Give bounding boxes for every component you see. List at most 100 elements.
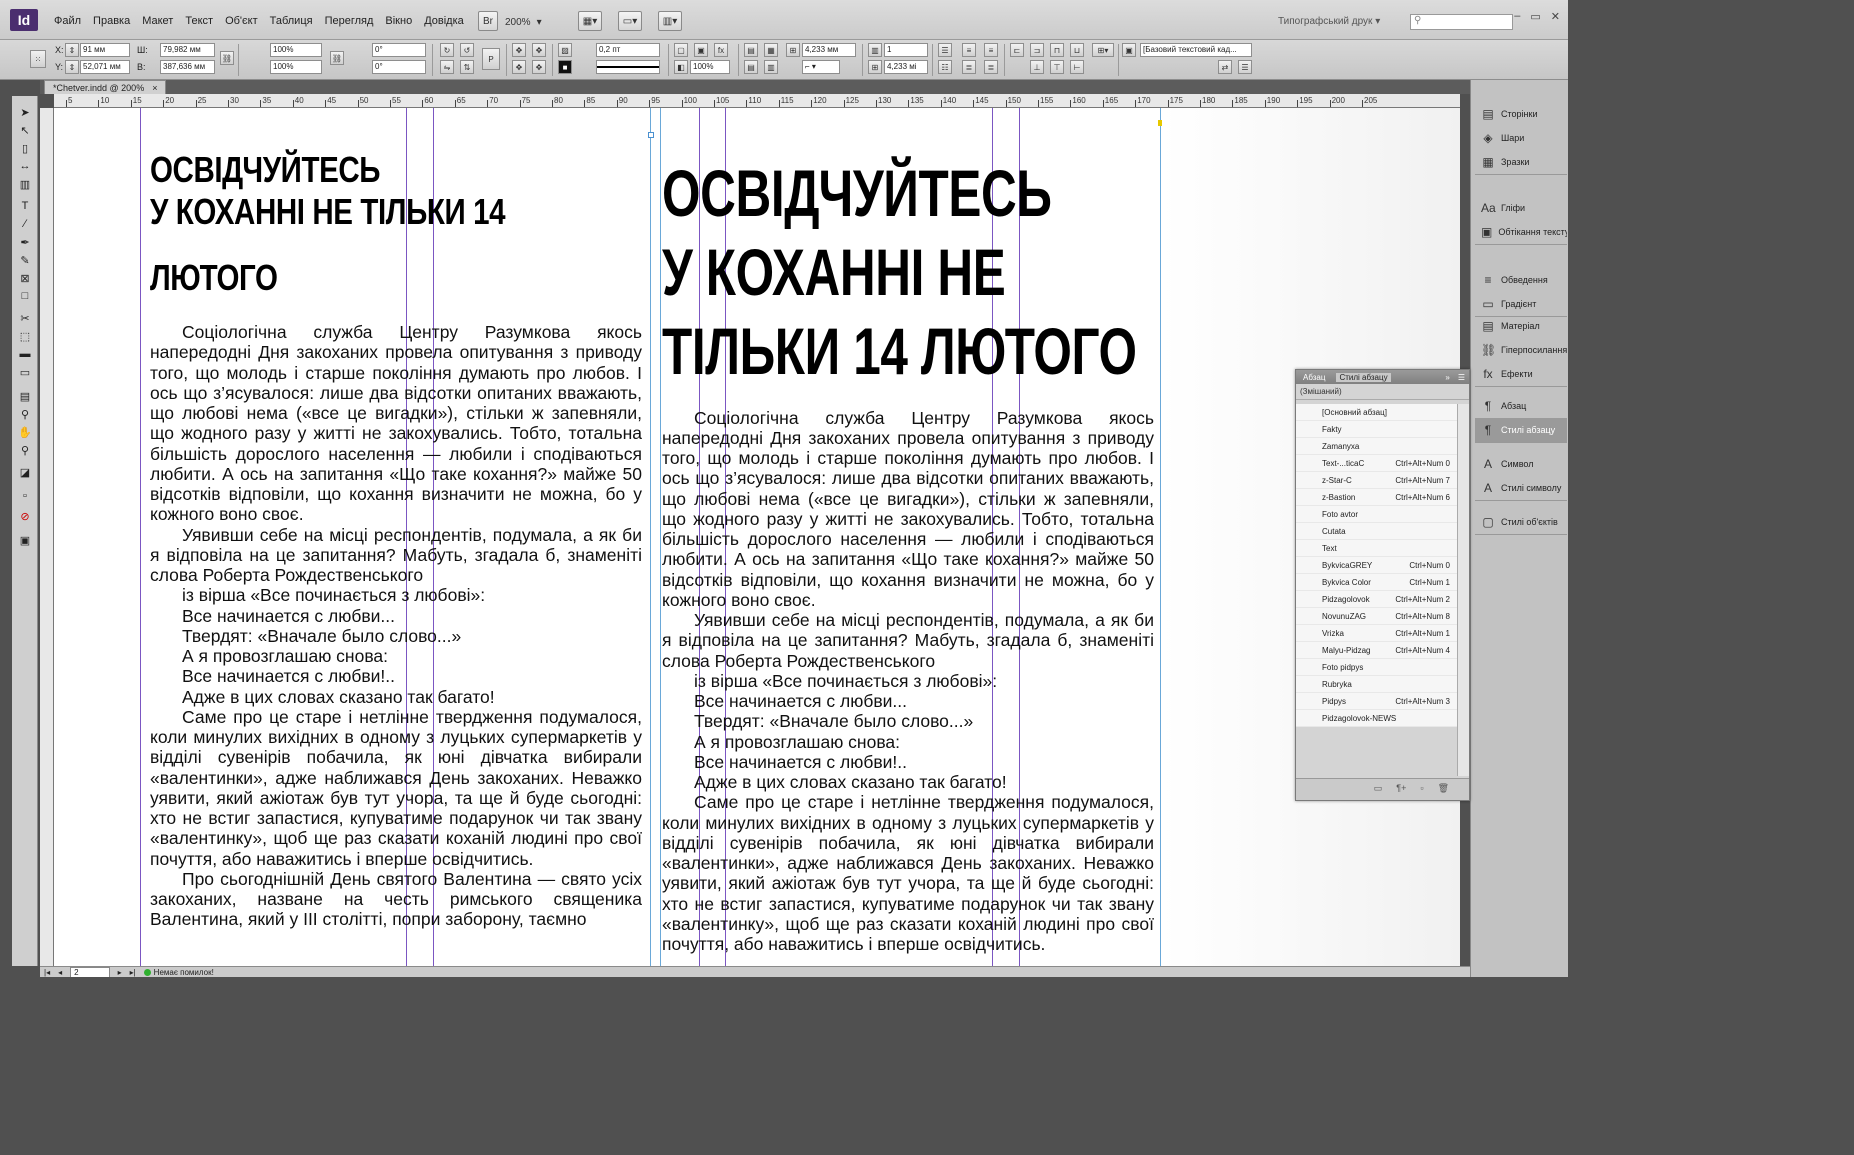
- x-field[interactable]: 91 мм: [80, 43, 130, 57]
- view-options-icon[interactable]: ▦▾: [578, 11, 602, 31]
- clear-overrides-icon[interactable]: ¶+: [1396, 783, 1406, 796]
- justify-all-icon[interactable]: ≣: [984, 60, 998, 74]
- menu-item[interactable]: Правка: [87, 13, 136, 29]
- style-row[interactable]: Foto avtor: [1296, 506, 1458, 523]
- menu-item[interactable]: Вікно: [379, 13, 418, 29]
- effects-icon[interactable]: ▣: [694, 43, 708, 57]
- prev-page-icon[interactable]: ◂: [58, 968, 62, 977]
- workspace-switcher[interactable]: Типографський друк ▾: [1278, 16, 1380, 27]
- style-row[interactable]: Zamanyxa: [1296, 438, 1458, 455]
- dock-item[interactable]: ¶ Абзац: [1475, 394, 1567, 418]
- select-container-icon[interactable]: ✥: [512, 43, 526, 57]
- scale-lock-icon[interactable]: ⛓: [330, 51, 344, 65]
- gap-tool-icon[interactable]: ↔: [17, 158, 33, 174]
- opacity-field[interactable]: 100%: [690, 60, 730, 74]
- close-icon[interactable]: ✕: [1551, 10, 1560, 23]
- style-row[interactable]: Text: [1296, 540, 1458, 557]
- last-page-icon[interactable]: ▸|: [130, 968, 136, 977]
- content-collector-icon[interactable]: ▥: [17, 176, 33, 192]
- constrain-proportions-icon[interactable]: ⛓: [220, 51, 234, 65]
- distribute-v-icon[interactable]: ⊤: [1050, 60, 1064, 74]
- dock-item[interactable]: ◈ Шари: [1475, 126, 1567, 150]
- text-wrap-icon[interactable]: ▤: [744, 43, 758, 57]
- style-row[interactable]: Pidzagolovok Ctrl+Alt+Num 2: [1296, 591, 1458, 608]
- justify-icon[interactable]: ≣: [962, 60, 976, 74]
- scissors-tool-icon[interactable]: ✂: [17, 310, 33, 326]
- selection-tool-icon[interactable]: ➤: [17, 104, 33, 120]
- new-group-icon[interactable]: ▭: [1374, 783, 1383, 796]
- menu-item[interactable]: Довідка: [418, 13, 470, 29]
- zoom-tool-icon[interactable]: ⚲: [17, 442, 33, 458]
- style-row[interactable]: Cutata: [1296, 523, 1458, 540]
- gutter-field[interactable]: 4,233 мм: [802, 43, 856, 57]
- dock-item[interactable]: ≡ Обведення: [1475, 268, 1567, 292]
- document-tab[interactable]: *Chetver.indd @ 200% ×: [44, 80, 167, 94]
- text-frame-left[interactable]: ОСВІДЧУЙТЕСЬ У КОХАННІ НЕ ТІЛЬКИ 14 ЛЮТО…: [150, 148, 642, 966]
- align-top-icon[interactable]: ▤: [744, 60, 758, 74]
- dock-item[interactable]: ⛓ Гіперпосилання: [1475, 338, 1567, 362]
- type-tool-icon[interactable]: T: [17, 198, 33, 214]
- page-number-field[interactable]: 2: [70, 966, 110, 977]
- menu-item[interactable]: Файл: [48, 13, 87, 29]
- pen-tool-icon[interactable]: ✒: [17, 234, 33, 250]
- menu-item[interactable]: Таблиця: [264, 13, 319, 29]
- note-tool-icon[interactable]: ▤: [17, 388, 33, 404]
- distribute-h-icon[interactable]: ⊥: [1030, 60, 1044, 74]
- clear-overrides-icon[interactable]: ⇄: [1218, 60, 1232, 74]
- style-row[interactable]: Pidpys Ctrl+Alt+Num 3: [1296, 693, 1458, 710]
- panel-menu-icon[interactable]: ☰: [1238, 60, 1252, 74]
- search-input[interactable]: ⚲: [1410, 14, 1513, 30]
- scrollbar[interactable]: [1457, 404, 1469, 776]
- tab-paragraph[interactable]: Абзац: [1300, 373, 1328, 382]
- style-row[interactable]: Foto pidpys: [1296, 659, 1458, 676]
- text-frame-right[interactable]: ОСВІДЧУЙТЕСЬ У КОХАННІ НЕ ТІЛЬКИ 14 ЛЮТО…: [662, 148, 1154, 966]
- align-objects-center-icon[interactable]: ⊐: [1030, 43, 1044, 57]
- dock-item[interactable]: ▤ Сторінки: [1475, 102, 1567, 126]
- gradient-tool-icon[interactable]: ▬: [17, 346, 33, 362]
- pencil-tool-icon[interactable]: ✎: [17, 252, 33, 268]
- style-row[interactable]: z-Bastion Ctrl+Alt+Num 6: [1296, 489, 1458, 506]
- distribute-icon[interactable]: ⊞▾: [1092, 43, 1114, 57]
- menu-item[interactable]: Текст: [179, 13, 219, 29]
- object-style-select[interactable]: [Базовий текстовий кад...: [1140, 43, 1252, 57]
- screen-mode-icon[interactable]: ▭▾: [618, 11, 642, 31]
- dock-item[interactable]: ¶ Стилі абзацу: [1475, 418, 1567, 442]
- dock-item[interactable]: ▣ Обтікання тексту: [1475, 220, 1567, 244]
- distribute-spacing-icon[interactable]: ⊢: [1070, 60, 1084, 74]
- style-row[interactable]: BykvicaGREY Ctrl+Num 0: [1296, 557, 1458, 574]
- stroke-swatch-icon[interactable]: ■: [558, 60, 572, 74]
- delete-style-icon[interactable]: 🗑: [1438, 783, 1449, 796]
- align-objects-left-icon[interactable]: ⊏: [1010, 43, 1024, 57]
- column-width-field[interactable]: 4,233 мі: [884, 60, 928, 74]
- dock-item[interactable]: ▦ Зразки: [1475, 150, 1567, 174]
- eyedropper-tool-icon[interactable]: ⚲: [17, 406, 33, 422]
- span-columns-icon[interactable]: ☰: [938, 43, 952, 57]
- arrange-documents-icon[interactable]: ▥▾: [658, 11, 682, 31]
- rotate-cw-icon[interactable]: ↻: [440, 43, 454, 57]
- free-transform-tool-icon[interactable]: ⬚: [17, 328, 33, 344]
- select-next-icon[interactable]: ✥: [532, 60, 546, 74]
- document-canvas[interactable]: ОСВІДЧУЙТЕСЬ У КОХАННІ НЕ ТІЛЬКИ 14 ЛЮТО…: [54, 108, 1460, 966]
- formatting-container-icon[interactable]: ▫: [17, 488, 33, 504]
- close-tab-icon[interactable]: ×: [152, 83, 157, 93]
- first-page-icon[interactable]: |◂: [44, 968, 50, 977]
- new-style-icon[interactable]: ▫: [1420, 783, 1423, 796]
- dock-item[interactable]: Aa Гліфи: [1475, 196, 1567, 220]
- rotate-field[interactable]: 0°: [372, 43, 426, 57]
- line-tool-icon[interactable]: ∕: [17, 216, 33, 232]
- style-row[interactable]: Vrizka Ctrl+Alt+Num 1: [1296, 625, 1458, 642]
- align-objects-right-icon[interactable]: ⊓: [1050, 43, 1064, 57]
- stroke-type-select[interactable]: [596, 60, 660, 74]
- fx-icon[interactable]: fx: [714, 43, 728, 57]
- scale-y-field[interactable]: 100%: [270, 60, 322, 74]
- stroke-weight-field[interactable]: 0,2 пт: [596, 43, 660, 57]
- flip-horizontal-icon[interactable]: ⇋: [440, 60, 454, 74]
- height-field[interactable]: 387,636 мм: [160, 60, 215, 74]
- preflight-status[interactable]: Немає помилок!: [143, 968, 214, 977]
- dock-item[interactable]: A Символ: [1475, 452, 1567, 476]
- dock-item[interactable]: ▤ Матеріал: [1475, 314, 1567, 338]
- bridge-button[interactable]: Br: [478, 11, 498, 31]
- zoom-select[interactable]: 200% ▾: [505, 13, 555, 31]
- page-tool-icon[interactable]: ▯: [17, 140, 33, 156]
- frame-handle[interactable]: [648, 132, 654, 138]
